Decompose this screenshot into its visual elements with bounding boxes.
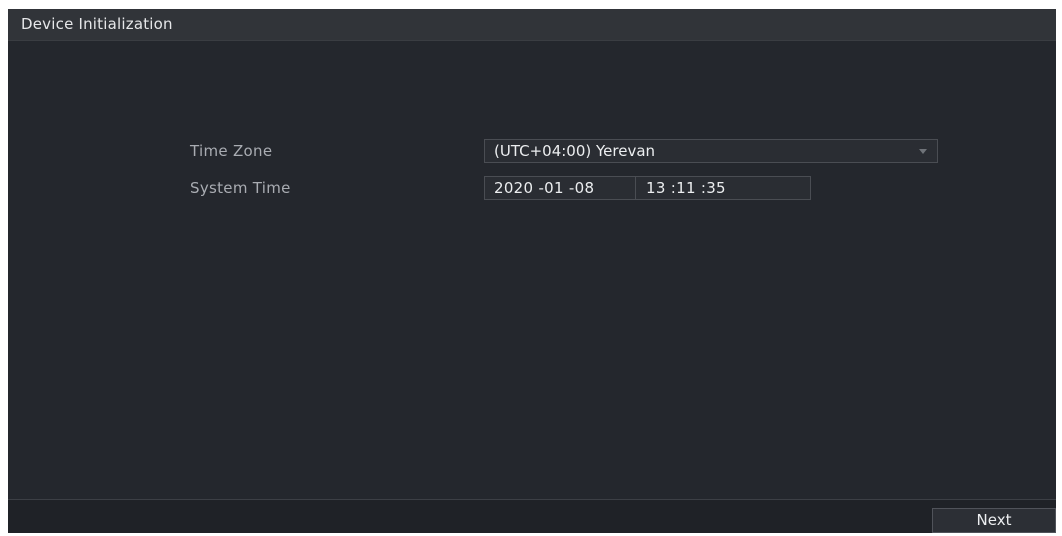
system-clock-input[interactable]: 13 :11 :35 xyxy=(636,177,810,199)
time-zone-value: (UTC+04:00) Yerevan xyxy=(494,142,656,160)
footer-bar xyxy=(8,500,1056,533)
next-button[interactable]: Next xyxy=(932,508,1056,533)
dropdown-arrow-icon[interactable] xyxy=(919,149,927,154)
system-date-input[interactable]: 2020 -01 -08 xyxy=(485,177,636,199)
device-init-screen: Device Initialization Time Zone (UTC+04:… xyxy=(8,9,1056,533)
window-title: Device Initialization xyxy=(21,15,173,33)
system-date-value: 2020 -01 -08 xyxy=(494,179,595,197)
system-clock-value: 13 :11 :35 xyxy=(646,179,726,197)
time-zone-label: Time Zone xyxy=(190,142,273,160)
system-time-label: System Time xyxy=(190,179,291,197)
time-zone-select[interactable]: (UTC+04:00) Yerevan xyxy=(484,139,938,163)
title-bar: Device Initialization xyxy=(8,9,1056,41)
system-time-field: 2020 -01 -08 13 :11 :35 xyxy=(484,176,811,200)
